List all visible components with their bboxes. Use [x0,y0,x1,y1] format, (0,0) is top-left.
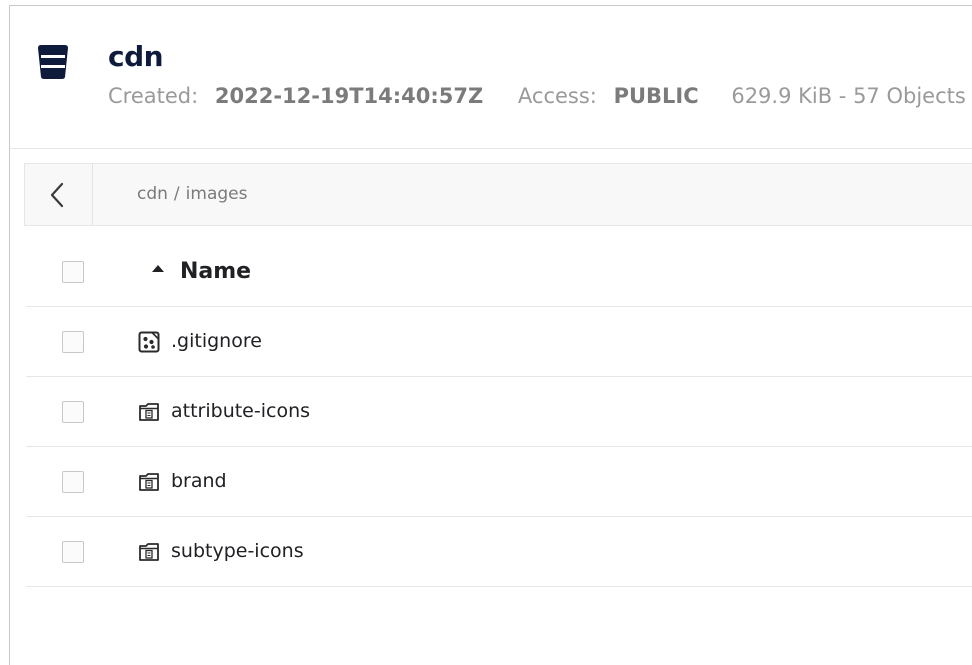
breadcrumb-root[interactable]: cdn [137,184,168,204]
row-checkbox[interactable] [62,331,84,353]
table-header-row: Name [26,231,972,307]
object-name[interactable]: subtype-icons [171,540,304,562]
chevron-left-icon [50,182,64,208]
created-value: 2022-12-19T14:40:57Z [214,84,484,108]
size-summary: 629.9 KiB - 57 Objects [731,84,966,108]
folder-icon [139,473,159,491]
file-icon [138,331,160,353]
table-row[interactable]: .gitignore [26,307,972,377]
table-row[interactable]: attribute-icons [26,377,972,447]
objects-table: Name .gitignore attribute-icons brand su… [26,231,972,587]
bucket-icon [38,45,68,79]
created-label: Created: [108,84,199,108]
bucket-meta: Created: 2022-12-19T14:40:57Z Access: PU… [108,84,966,108]
bucket-header: cdn Created: 2022-12-19T14:40:57Z Access… [10,6,972,149]
bucket-name: cdn [108,40,164,73]
folder-icon [139,543,159,561]
breadcrumb-separator: / [173,184,180,204]
table-row[interactable]: subtype-icons [26,517,972,587]
row-checkbox[interactable] [62,471,84,493]
object-name[interactable]: attribute-icons [171,400,310,422]
row-checkbox[interactable] [62,401,84,423]
access-label: Access: [517,84,597,108]
sort-ascending-icon[interactable] [152,265,164,272]
breadcrumb-current: images [185,184,248,204]
folder-icon [139,403,159,421]
object-name[interactable]: .gitignore [171,330,262,352]
breadcrumb-bar: cdn / images [24,163,972,226]
select-all-checkbox[interactable] [62,261,84,283]
table-row[interactable]: brand [26,447,972,517]
row-checkbox[interactable] [62,541,84,563]
access-value: PUBLIC [613,84,699,108]
back-button[interactable] [25,164,93,225]
name-column-header[interactable]: Name [180,259,251,284]
breadcrumb: cdn / images [137,184,247,204]
object-name[interactable]: brand [171,470,227,492]
